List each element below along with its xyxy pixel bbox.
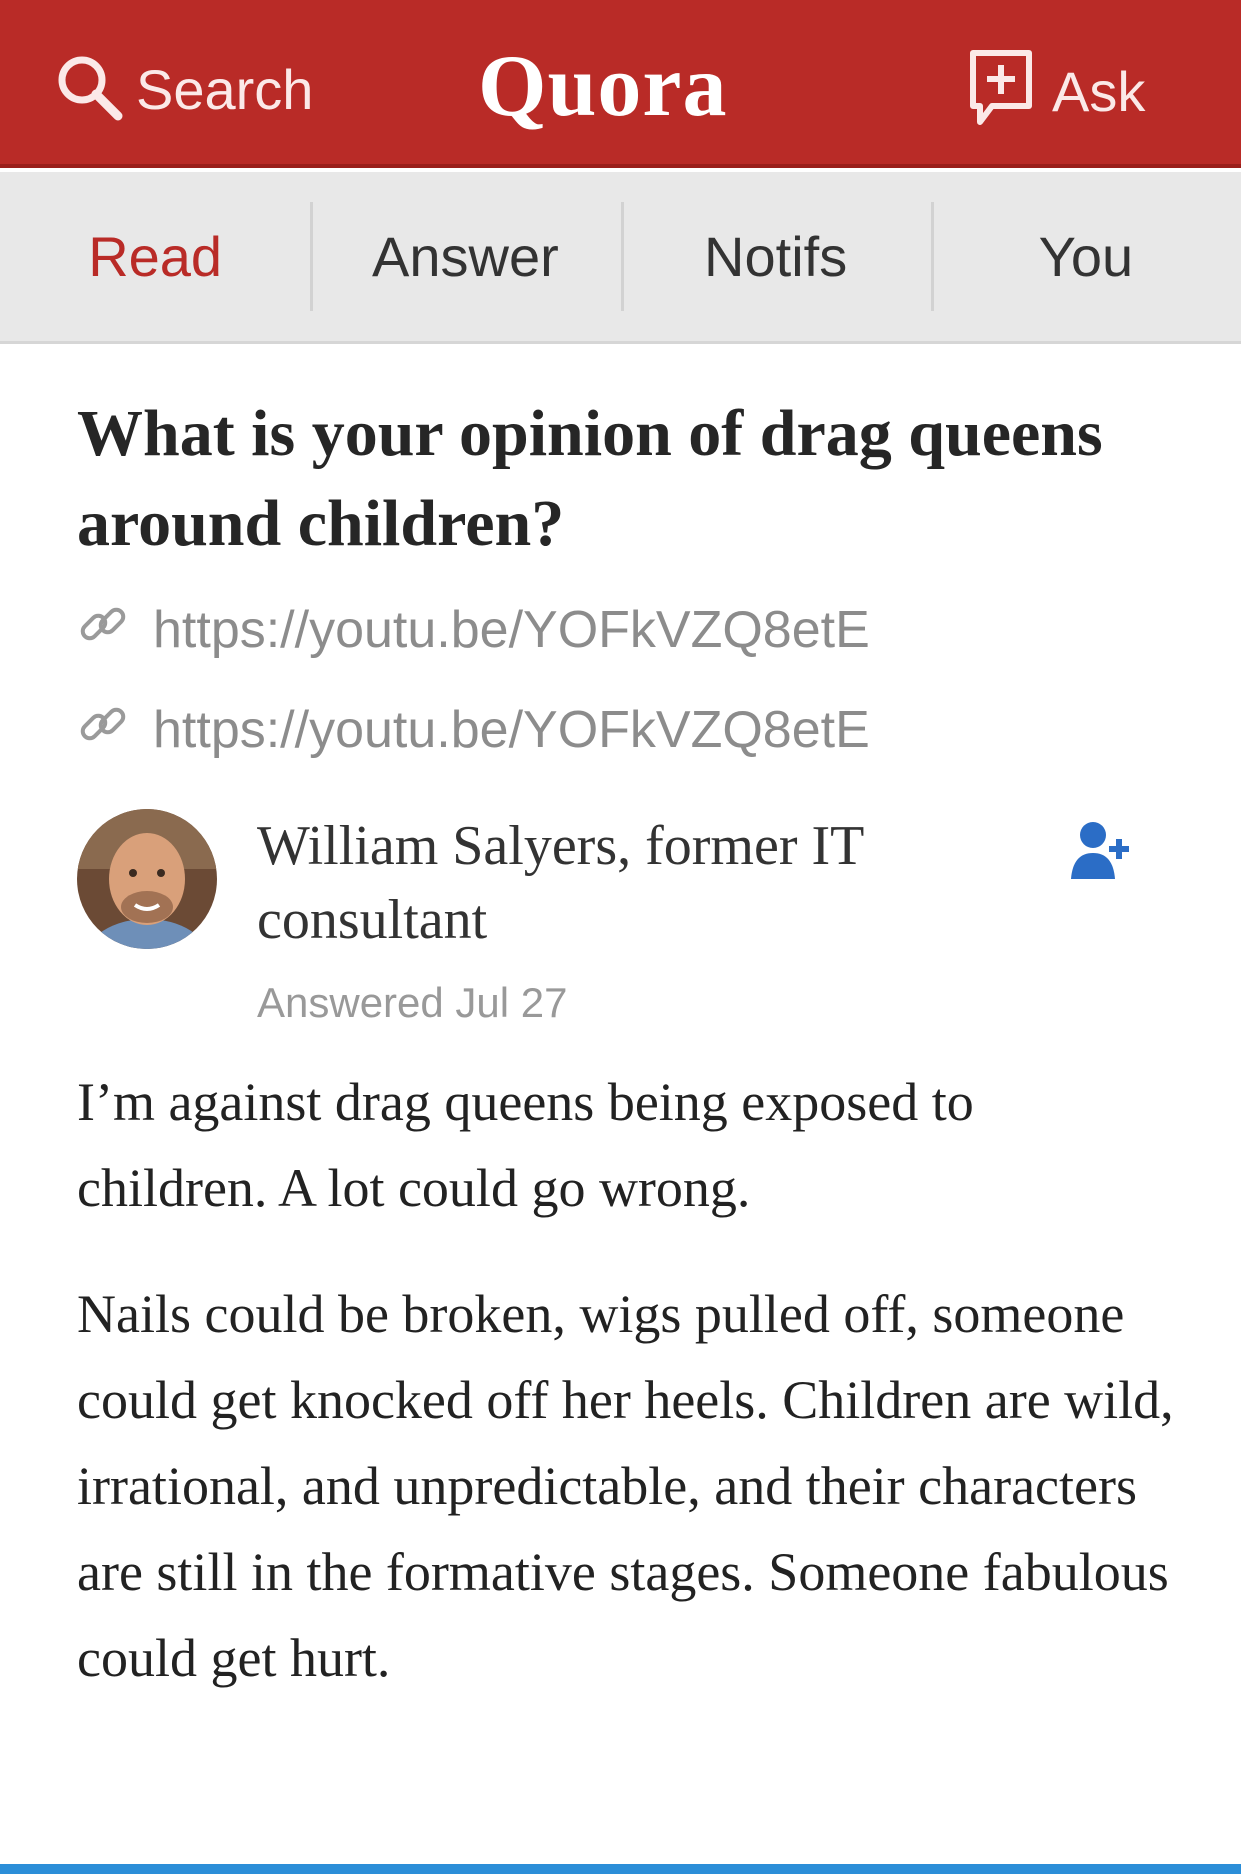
ask-button[interactable]: Ask <box>968 48 1146 135</box>
search-icon <box>52 50 126 129</box>
ask-label: Ask <box>1052 59 1146 123</box>
follow-user-icon[interactable] <box>1067 817 1137 887</box>
link-url: https://youtu.be/YOFkVZQ8etE <box>153 701 870 759</box>
answer-paragraph: Nails could be broken, wigs pulled off, … <box>77 1284 1174 1688</box>
tab-notifs[interactable]: Notifs <box>620 172 931 341</box>
avatar[interactable] <box>77 809 217 949</box>
quora-logo[interactable]: Quora <box>478 36 727 137</box>
top-bar: Search Quora Ask <box>0 0 1241 168</box>
link-url: https://youtu.be/YOFkVZQ8etE <box>153 601 870 659</box>
search-label: Search <box>136 57 314 121</box>
nav-tabs: Read Answer Notifs You <box>0 172 1241 344</box>
answer-body: I’m against drag queens being exposed to… <box>77 1059 1177 1701</box>
answer-author-row: William Salyers, former IT consultant An… <box>77 809 1177 1026</box>
ask-plus-icon <box>968 48 1034 135</box>
bottom-accent-bar <box>0 1864 1241 1874</box>
question-title[interactable]: What is your opinion of drag queens arou… <box>77 389 1147 569</box>
tab-read[interactable]: Read <box>0 172 310 341</box>
link-icon <box>77 598 153 663</box>
author-name[interactable]: William Salyers, former IT consultant <box>257 809 1017 957</box>
link-icon <box>77 698 153 763</box>
tab-you[interactable]: You <box>930 172 1241 341</box>
tab-answer[interactable]: Answer <box>310 172 620 341</box>
question-link-2[interactable]: https://youtu.be/YOFkVZQ8etE <box>77 687 1177 773</box>
answer-paragraph: I’m against drag queens being exposed to… <box>77 1072 974 1218</box>
question-link-1[interactable]: https://youtu.be/YOFkVZQ8etE <box>77 587 1177 673</box>
search-button[interactable]: Search <box>52 52 313 126</box>
question-page: What is your opinion of drag queens arou… <box>77 344 1177 1701</box>
answered-date: Answered Jul 27 <box>257 979 568 1026</box>
